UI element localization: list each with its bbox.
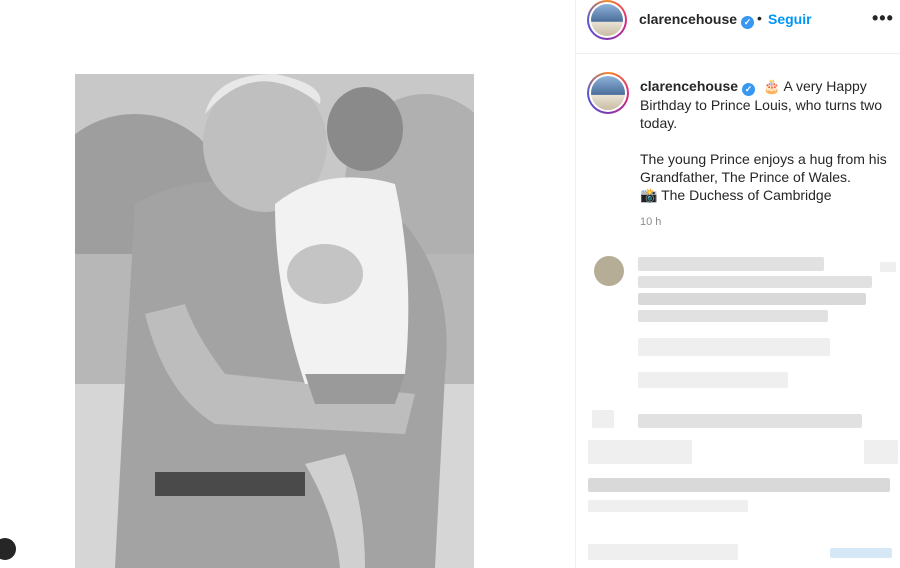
post-media-area [0,0,575,568]
comment-blur-line [588,500,748,512]
profile-picture [591,4,623,36]
comment-blur-line [638,257,824,271]
caption-line-2: The young Prince enjoys a hug from his G… [640,151,887,185]
verified-badge-icon: ✓ [742,83,756,96]
header-username[interactable]: clarencehouse ✓ [639,11,755,29]
caption-avatar-frame [589,74,627,112]
verified-badge-icon: ✓ [741,16,755,29]
header-avatar[interactable] [587,0,627,40]
caption-avatar[interactable] [587,72,629,114]
comment-blur-line [638,414,862,428]
comment-avatar [594,256,624,286]
caption-line-3: The Duchess of Cambridge [661,187,832,203]
comment-blur-line [638,338,830,356]
more-options-icon[interactable]: ••• [872,8,894,29]
caption-username-text[interactable]: clarencehouse [640,78,738,94]
caption-paragraph-1: clarencehouse ✓ 🎂 A very Happy Birthday t… [640,77,898,132]
caption-paragraph-2: The young Prince enjoys a hug from his G… [640,150,898,204]
comment-blur-line [830,548,892,558]
photo-illustration [75,74,474,568]
caption-profile-picture [591,76,625,110]
post-side-panel: clarencehouse ✓ • Seguir ••• clarencehous… [575,0,900,568]
caption-username[interactable]: clarencehouse ✓ [640,78,756,96]
post-timestamp[interactable]: 10 h [640,216,661,228]
caption-text: clarencehouse ✓ 🎂 A very Happy Birthday t… [640,77,898,204]
post-header: clarencehouse ✓ • Seguir ••• [576,0,900,54]
comment-blur-line [880,262,896,272]
header-avatar-frame [589,2,625,38]
camera-emoji-icon: 📸 [640,187,658,203]
comment-blur-line [638,372,788,388]
comment-blur-line [592,410,614,428]
comment-blur-line [588,440,692,464]
header-username-text[interactable]: clarencehouse [639,11,737,27]
follow-button[interactable]: Seguir [768,11,812,27]
cake-emoji-icon: 🎂 [762,78,781,94]
comment-blur-line [638,276,872,288]
comment-blur-line [638,293,866,305]
comment-blur-line [638,310,828,322]
comment-blur-line [588,544,738,560]
header-separator: • [757,10,762,26]
user-tag-icon[interactable] [0,538,16,560]
comment-blur-line [588,478,890,492]
post-photo[interactable] [75,74,474,568]
comment-blur-line [864,440,898,464]
